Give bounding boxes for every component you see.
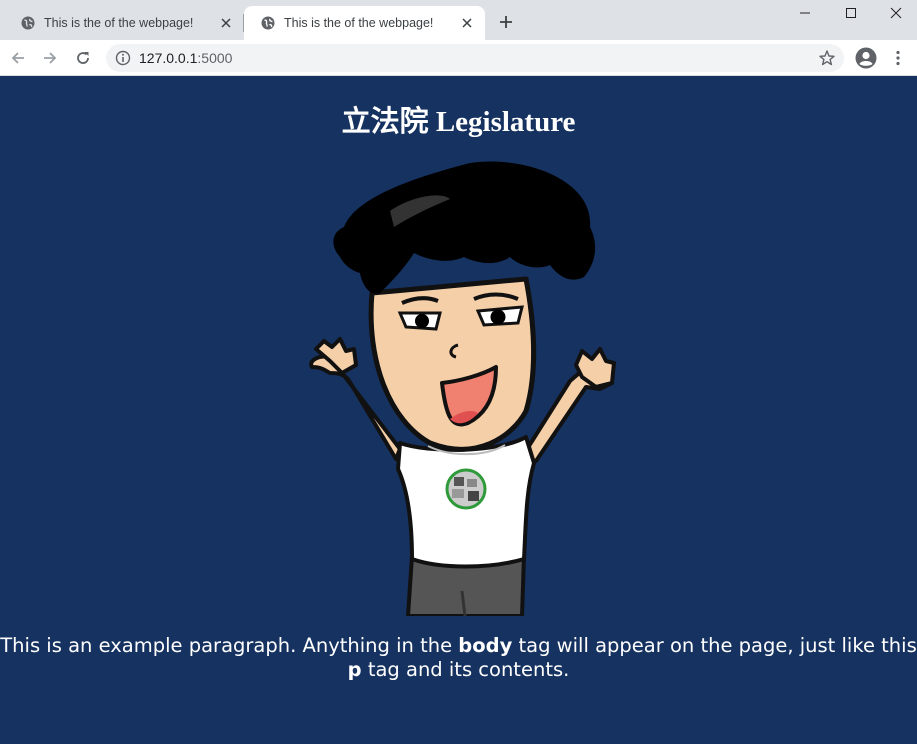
tab-inactive[interactable]: This is the of the webpage! [4,6,244,40]
plus-icon[interactable] [496,12,516,32]
paragraph-bold-p: p [347,658,362,681]
star-icon[interactable] [818,49,836,67]
paragraph-text: This is an example paragraph. Anything i… [0,634,459,657]
globe-icon [261,16,275,30]
paragraph-text: tag will appear on the page, just like t… [512,634,917,657]
globe-icon [21,16,35,30]
kebab-menu-icon[interactable] [886,46,910,70]
paragraph-bold-body: body [458,634,513,657]
arrow-right-icon[interactable] [38,46,62,70]
info-icon[interactable] [115,50,131,66]
address-bar[interactable]: 127.0.0.1:5000 [106,44,844,72]
tab-active[interactable]: This is the of the webpage! [244,6,485,40]
reload-icon[interactable] [71,46,95,70]
arrow-left-icon[interactable] [6,46,30,70]
page-heading: 立法院 Legislature [341,106,576,138]
paragraph-text: tag and its contents. [361,658,570,681]
url-host: 127.0.0.1 [139,50,198,66]
tab-title: This is the of the webpage! [44,16,194,30]
close-icon[interactable] [873,0,917,26]
minimize-icon[interactable] [782,0,828,26]
account-icon[interactable] [854,46,878,70]
maximize-icon[interactable] [828,0,874,26]
close-icon[interactable] [459,15,475,31]
example-paragraph: This is an example paragraph. Anything i… [0,634,917,682]
close-icon[interactable] [218,15,234,31]
cartoon-character-image [309,161,616,616]
tab-strip: This is the of the webpage! This is the … [0,0,917,40]
url-text: 127.0.0.1:5000 [139,50,232,66]
tab-title: This is the of the webpage! [284,16,434,30]
page-content: 立法院 Legislature This is an example parag… [0,77,917,744]
url-port: :5000 [197,50,233,66]
browser-toolbar: 127.0.0.1:5000 [0,40,917,76]
